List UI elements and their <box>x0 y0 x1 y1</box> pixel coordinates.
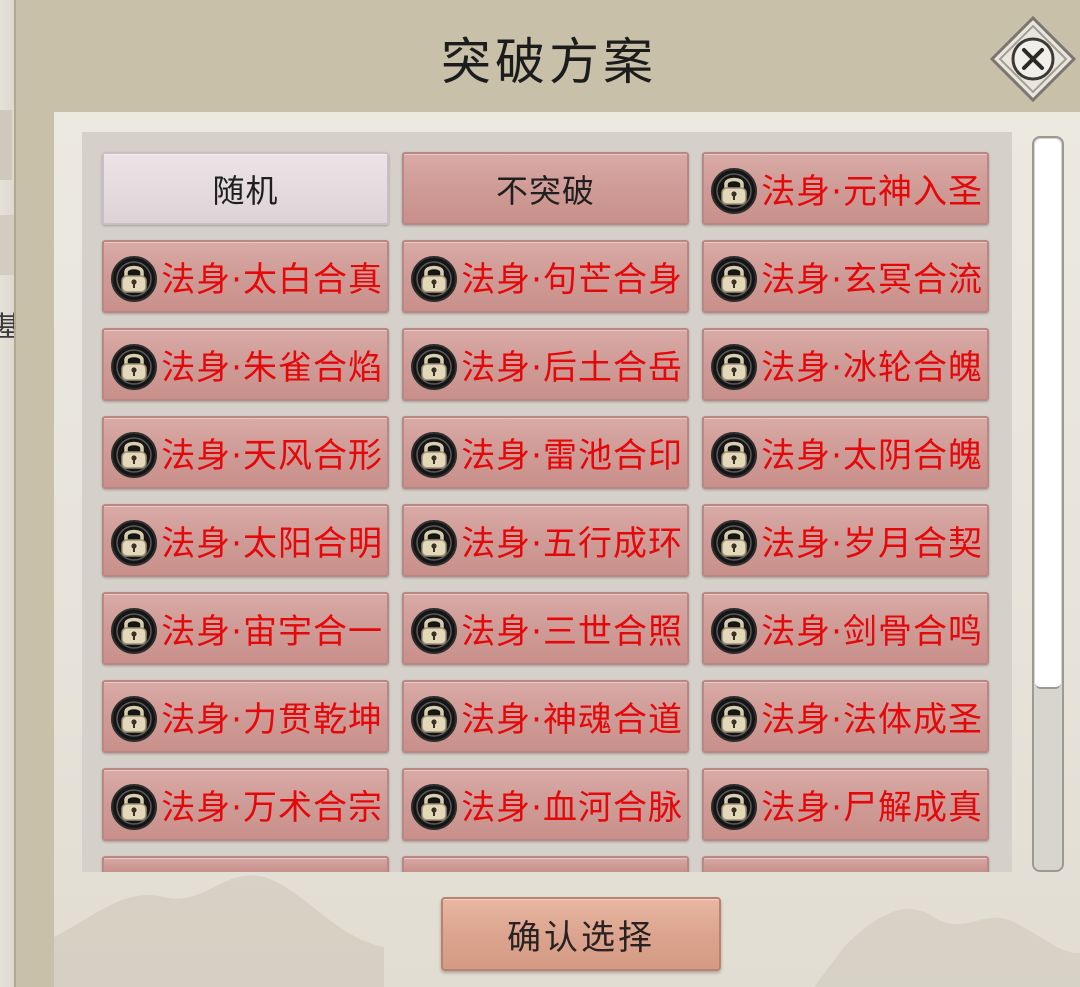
option-button[interactable]: 法身·朱雀合焰 <box>102 328 389 401</box>
option-label: 法身·太阴合魄 <box>761 436 983 476</box>
option-label: 法身·力贯乾坤 <box>161 700 383 740</box>
option-button[interactable]: 法身·五行成环 <box>402 504 689 577</box>
option-label: 法身·岁月合契 <box>761 524 983 564</box>
lock-icon <box>710 343 758 391</box>
option-button[interactable]: 法身·太阴合魄 <box>702 416 989 489</box>
option-label: 法身·太白合真 <box>161 260 383 300</box>
lock-icon <box>410 607 458 655</box>
background-panel-stub <box>0 215 14 275</box>
lock-icon <box>410 695 458 743</box>
option-label: 法身·元神入圣 <box>761 172 983 212</box>
option-label: 法身·血河合脉 <box>461 788 683 828</box>
option-label: 法身·玄冥合流 <box>761 260 983 300</box>
lock-icon <box>110 519 158 567</box>
option-label: 法身·尸解成真 <box>761 788 983 828</box>
lock-icon <box>710 431 758 479</box>
scrollbar-thumb[interactable] <box>1035 139 1061 689</box>
option-button[interactable]: 法身·力贯乾坤 <box>102 680 389 753</box>
lock-icon <box>110 255 158 303</box>
option-label: 法身·句芒合身 <box>461 260 683 300</box>
option-button-partial[interactable] <box>402 856 689 872</box>
lock-icon <box>410 519 458 567</box>
option-button[interactable]: 法身·太阳合明 <box>102 504 389 577</box>
option-button[interactable]: 法身·后土合岳 <box>402 328 689 401</box>
lock-icon <box>110 695 158 743</box>
option-label: 法身·朱雀合焰 <box>161 348 383 388</box>
scrollbar[interactable] <box>1032 136 1064 872</box>
option-button[interactable]: 法身·万术合宗 <box>102 768 389 841</box>
option-label: 法身·冰轮合魄 <box>761 348 983 388</box>
option-button[interactable]: 法身·岁月合契 <box>702 504 989 577</box>
option-button[interactable]: 法身·血河合脉 <box>402 768 689 841</box>
confirm-button[interactable]: 确认选择 <box>441 897 721 971</box>
option-label: 法身·三世合照 <box>461 612 683 652</box>
option-label: 法身·剑骨合鸣 <box>761 612 983 652</box>
option-button[interactable]: 法身·剑骨合鸣 <box>702 592 989 665</box>
confirm-button-label: 确认选择 <box>507 917 655 958</box>
content-panel: 随机 不突破 法身·元神入圣 法身·太白合真 法身·句芒合身 法身·玄冥合流 法身… <box>54 112 1080 987</box>
option-button[interactable]: 法身·冰轮合魄 <box>702 328 989 401</box>
lock-icon <box>710 255 758 303</box>
lock-icon <box>110 607 158 655</box>
lock-icon <box>110 343 158 391</box>
option-label: 法身·万术合宗 <box>161 788 383 828</box>
dialog-title: 突破方案 <box>441 33 657 91</box>
option-label: 法身·法体成圣 <box>761 700 983 740</box>
option-button[interactable]: 法身·玄冥合流 <box>702 240 989 313</box>
option-label: 法身·天风合形 <box>161 436 383 476</box>
option-button[interactable]: 法身·法体成圣 <box>702 680 989 753</box>
option-label: 法身·宙宇合一 <box>161 612 383 652</box>
lock-icon <box>110 431 158 479</box>
option-label: 法身·后土合岳 <box>461 348 683 388</box>
option-label: 法身·神魂合道 <box>461 700 683 740</box>
option-button-partial[interactable] <box>102 856 389 872</box>
option-button[interactable]: 随机 <box>102 152 389 225</box>
option-button[interactable]: 不突破 <box>402 152 689 225</box>
option-button[interactable]: 法身·雷池合印 <box>402 416 689 489</box>
close-icon <box>989 15 1077 103</box>
option-button[interactable]: 法身·尸解成真 <box>702 768 989 841</box>
option-button-partial[interactable] <box>702 856 989 872</box>
option-label: 随机 <box>212 171 279 210</box>
option-button[interactable]: 法身·句芒合身 <box>402 240 689 313</box>
lock-icon <box>410 431 458 479</box>
lock-icon <box>710 519 758 567</box>
option-button[interactable]: 法身·神魂合道 <box>402 680 689 753</box>
option-button[interactable]: 法身·太白合真 <box>102 240 389 313</box>
option-button[interactable]: 法身·天风合形 <box>102 416 389 489</box>
lock-icon <box>110 783 158 831</box>
option-label: 法身·五行成环 <box>461 524 683 564</box>
option-grid: 随机 不突破 法身·元神入圣 法身·太白合真 法身·句芒合身 法身·玄冥合流 法身… <box>102 152 989 872</box>
option-button[interactable]: 法身·宙宇合一 <box>102 592 389 665</box>
lock-icon <box>710 167 758 215</box>
option-list[interactable]: 随机 不突破 法身·元神入圣 法身·太白合真 法身·句芒合身 法身·玄冥合流 法身… <box>82 132 1012 872</box>
lock-icon <box>710 607 758 655</box>
lock-icon <box>410 255 458 303</box>
lock-icon <box>410 343 458 391</box>
background-panel-stub <box>0 110 12 180</box>
close-button[interactable] <box>988 14 1078 104</box>
lock-icon <box>710 695 758 743</box>
option-label: 法身·太阳合明 <box>161 524 383 564</box>
option-button[interactable]: 法身·三世合照 <box>402 592 689 665</box>
lock-icon <box>710 783 758 831</box>
option-label: 不突破 <box>495 171 595 210</box>
breakthrough-dialog: 突破方案 随机 不突破 法身·元神入圣 法身·太白合真 法身·句芒合身 法身·玄… <box>14 0 1080 987</box>
option-label: 法身·雷池合印 <box>461 436 683 476</box>
lock-icon <box>410 783 458 831</box>
option-button[interactable]: 法身·元神入圣 <box>702 152 989 225</box>
